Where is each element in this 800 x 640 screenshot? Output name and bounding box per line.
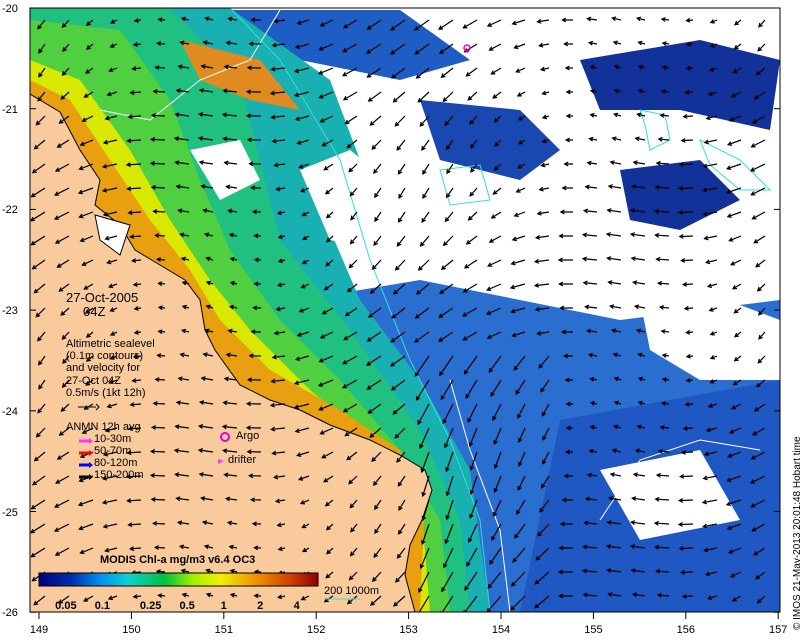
anmn-depth-label: 50-70m: [94, 445, 132, 457]
lon-tick-label: 156: [676, 624, 695, 636]
colorbar-tick-label: 0.5: [179, 600, 195, 612]
altimetry-line: Altimetric sealevel: [66, 338, 155, 350]
anmn-depth-label: 150-200m: [94, 469, 144, 481]
isobath-legend-label: 200 1000m: [324, 585, 380, 597]
lat-tick-label: -20: [2, 3, 18, 15]
lon-tick-label: 155: [584, 624, 603, 636]
colorbar: [38, 572, 319, 587]
lat-tick-label: -23: [2, 305, 18, 318]
colorbar-tick-label: 1: [220, 600, 227, 612]
colorbar-title: MODIS Chl-a mg/m3 v6.4 OC3: [100, 554, 256, 566]
lon-tick-label: 149: [29, 624, 49, 636]
colorbar-tick-label: 0.1: [94, 600, 111, 612]
lat-tick-label: -24: [2, 405, 18, 418]
lat-tick-label: -21: [2, 103, 18, 116]
lon-tick-label: 150: [122, 624, 141, 636]
lon-tick-label: 152: [307, 624, 326, 636]
lat-tick-label: -25: [2, 506, 18, 519]
time-label: 04Z: [83, 304, 106, 319]
anmn-depth-label: 10-30m: [94, 433, 132, 445]
drifter-label: drifter: [228, 454, 257, 466]
chlorophyll-map-figure: -20 -21 -22 -23 -24 -25 -26 149 150 151 152 153 154…: [0, 0, 800, 640]
anmn-depth-label: 80-120m: [94, 457, 138, 469]
colorbar-tick-label: 2: [257, 600, 264, 612]
lon-tick-label: 151: [214, 624, 233, 636]
altimetry-line: 27-Oct 04Z: [66, 374, 122, 387]
map-canvas: [29, 7, 781, 619]
colorbar-tick-label: 4: [293, 600, 300, 612]
altimetry-legend: Altimetric sealevel (0.1m contours) and …: [66, 338, 155, 399]
lon-tick-label: 153: [399, 624, 418, 636]
lat-tick-label: -22: [2, 204, 18, 217]
credit-text: © IMOS 21-May-2013 20:01:48 Hobart time: [792, 436, 800, 630]
altimetry-line: and velocity for: [66, 362, 140, 375]
altimetry-line: (0.1m contours): [66, 350, 144, 363]
anmn-legend: 10-30m 50-70m 80-120m 150-200m: [94, 433, 144, 481]
colorbar-tick-label: 0.25: [139, 600, 162, 612]
altimetry-line: 0.5m/s (1kt 12h): [66, 386, 146, 399]
lon-tick-label: 157: [769, 624, 788, 636]
lat-tick-label: -26: [2, 607, 18, 620]
colorbar-tick-label: 0.05: [55, 600, 77, 612]
lon-tick-label: 154: [491, 624, 511, 636]
argo-label: Argo: [236, 430, 260, 442]
